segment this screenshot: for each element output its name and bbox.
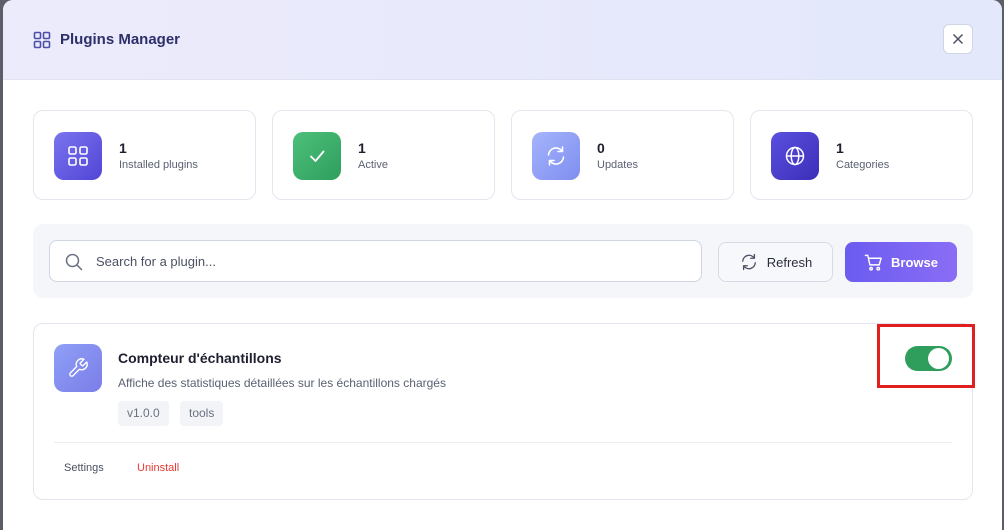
refresh-button[interactable]: Refresh	[718, 242, 833, 282]
check-icon	[293, 132, 341, 180]
wrench-icon	[54, 344, 102, 392]
plugin-description: Affiche des statistiques détaillées sur …	[118, 376, 446, 390]
grid-icon	[54, 132, 102, 180]
stat-value: 1	[836, 140, 844, 156]
stat-card-categories: 1 Categories	[750, 110, 973, 200]
stat-label: Active	[358, 159, 388, 171]
stat-card-installed: 1 Installed plugins	[33, 110, 256, 200]
search-icon	[65, 253, 83, 271]
toggle-knob	[928, 348, 949, 369]
search-box[interactable]	[49, 240, 702, 282]
browse-button[interactable]: Browse	[845, 242, 957, 282]
stat-label: Categories	[836, 159, 890, 171]
search-input[interactable]	[96, 242, 686, 280]
globe-icon	[771, 132, 819, 180]
category-tag: tools	[180, 401, 224, 426]
version-tag: v1.0.0	[118, 401, 169, 426]
stat-card-active: 1 Active	[272, 110, 495, 200]
browse-label: Browse	[891, 254, 938, 270]
search-toolbar: Refresh Browse	[33, 224, 973, 298]
stat-label: Installed plugins	[119, 159, 198, 171]
dialog-title: Plugins Manager	[60, 31, 181, 48]
close-button[interactable]	[943, 24, 973, 54]
stat-label: Updates	[597, 159, 638, 171]
cart-icon	[864, 254, 882, 271]
plugin-enabled-toggle[interactable]	[905, 346, 952, 371]
refresh-icon	[741, 253, 756, 271]
settings-link[interactable]: Settings	[64, 461, 104, 475]
refresh-icon	[532, 132, 580, 180]
refresh-label: Refresh	[766, 254, 813, 270]
uninstall-link[interactable]: Uninstall	[137, 461, 179, 475]
close-icon	[952, 33, 964, 45]
plugins-manager-dialog: Plugins Manager 1 Installed plugins 1 Ac…	[3, 0, 1002, 530]
stat-value: 1	[119, 140, 127, 156]
stat-card-updates: 0 Updates	[511, 110, 734, 200]
stat-value: 1	[358, 140, 366, 156]
card-divider	[54, 442, 952, 443]
plugin-card: Compteur d'échantillons Affiche des stat…	[33, 323, 973, 500]
plugin-name: Compteur d'échantillons	[118, 350, 282, 366]
stat-value: 0	[597, 140, 605, 156]
grid-icon	[33, 31, 51, 49]
dialog-header: Plugins Manager	[3, 0, 1002, 80]
